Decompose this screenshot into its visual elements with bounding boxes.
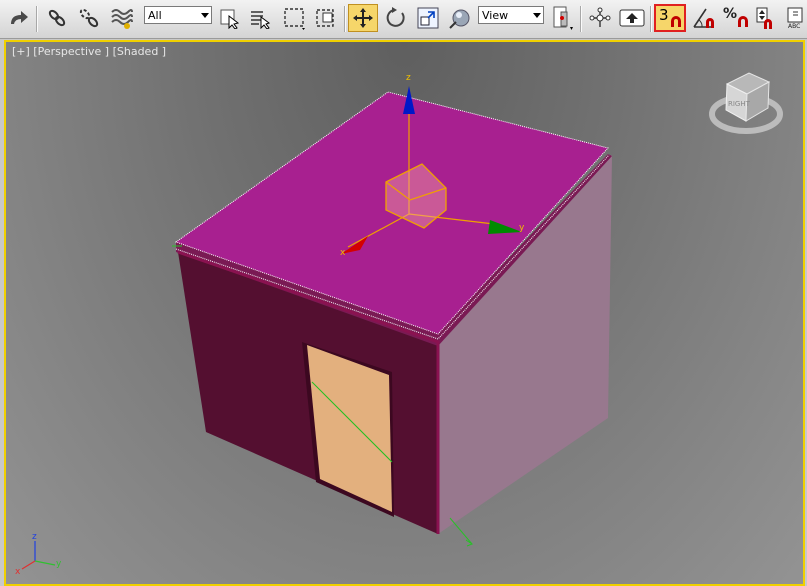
snap-magnet-icon: [670, 16, 681, 27]
toolbar-separator: [344, 6, 346, 32]
select-and-manipulate-icon[interactable]: [586, 4, 614, 32]
snaps-toggle-button[interactable]: 3: [654, 4, 686, 32]
snap-magnet-icon: [738, 16, 749, 27]
world-axis-triad: z y x: [15, 532, 62, 577]
reference-coordinate-value: View: [482, 8, 509, 22]
select-and-rotate-icon[interactable]: [382, 4, 410, 32]
spinner-snap-toggle-icon[interactable]: [752, 4, 778, 32]
move-arrows-icon: [353, 8, 373, 28]
angle-snap-toggle-icon[interactable]: [690, 4, 718, 32]
triad-y-label: y: [56, 559, 62, 569]
unlink-selection-icon[interactable]: [76, 4, 102, 32]
select-object-icon[interactable]: [216, 4, 242, 32]
gizmo-y-label: y: [519, 223, 525, 233]
house-object[interactable]: [172, 91, 612, 547]
gizmo-x-label: x: [340, 248, 346, 258]
edit-named-selection-icon[interactable]: ABC: [782, 4, 807, 32]
viewcube[interactable]: RIGHT: [709, 72, 783, 134]
svg-text:ABC: ABC: [788, 23, 800, 30]
select-and-place-icon[interactable]: [446, 4, 474, 32]
reference-coordinate-dropdown[interactable]: View: [478, 6, 544, 24]
chevron-down-icon: [201, 13, 209, 18]
viewcube-face-label: RIGHT: [728, 100, 751, 108]
select-and-link-icon[interactable]: [44, 4, 70, 32]
window-crossing-icon[interactable]: [312, 4, 340, 32]
snap-mode-label: 3: [659, 6, 669, 24]
percent-snap-toggle-button[interactable]: %: [722, 4, 750, 32]
redo-icon[interactable]: [6, 4, 32, 32]
select-by-name-icon[interactable]: [246, 4, 272, 32]
selection-filter-value: All: [148, 8, 162, 22]
triad-x-label: x: [15, 567, 21, 577]
select-and-scale-icon[interactable]: [414, 4, 442, 32]
use-pivot-point-center-icon[interactable]: [548, 4, 576, 32]
select-and-move-button[interactable]: [348, 4, 378, 32]
scene-canvas: RIGHT z y x z y x: [15, 72, 783, 577]
toolbar-separator: [36, 6, 38, 32]
main-toolbar: All View 3 % ABC: [0, 0, 807, 39]
chevron-down-icon: [533, 13, 541, 18]
triad-z-label: z: [32, 532, 37, 542]
percent-snap-label: %: [722, 6, 738, 22]
bind-space-warp-icon[interactable]: [108, 4, 136, 32]
rectangular-selection-region-icon[interactable]: [280, 4, 308, 32]
toolbar-separator: [650, 6, 652, 32]
keyboard-shortcut-override-icon[interactable]: [618, 4, 646, 32]
perspective-viewport[interactable]: [+] [Perspective ] [Shaded ] RIGHT z y x…: [4, 40, 805, 586]
toolbar-separator: [580, 6, 582, 32]
selection-filter-dropdown[interactable]: All: [144, 6, 212, 24]
gizmo-z-label: z: [406, 73, 411, 83]
